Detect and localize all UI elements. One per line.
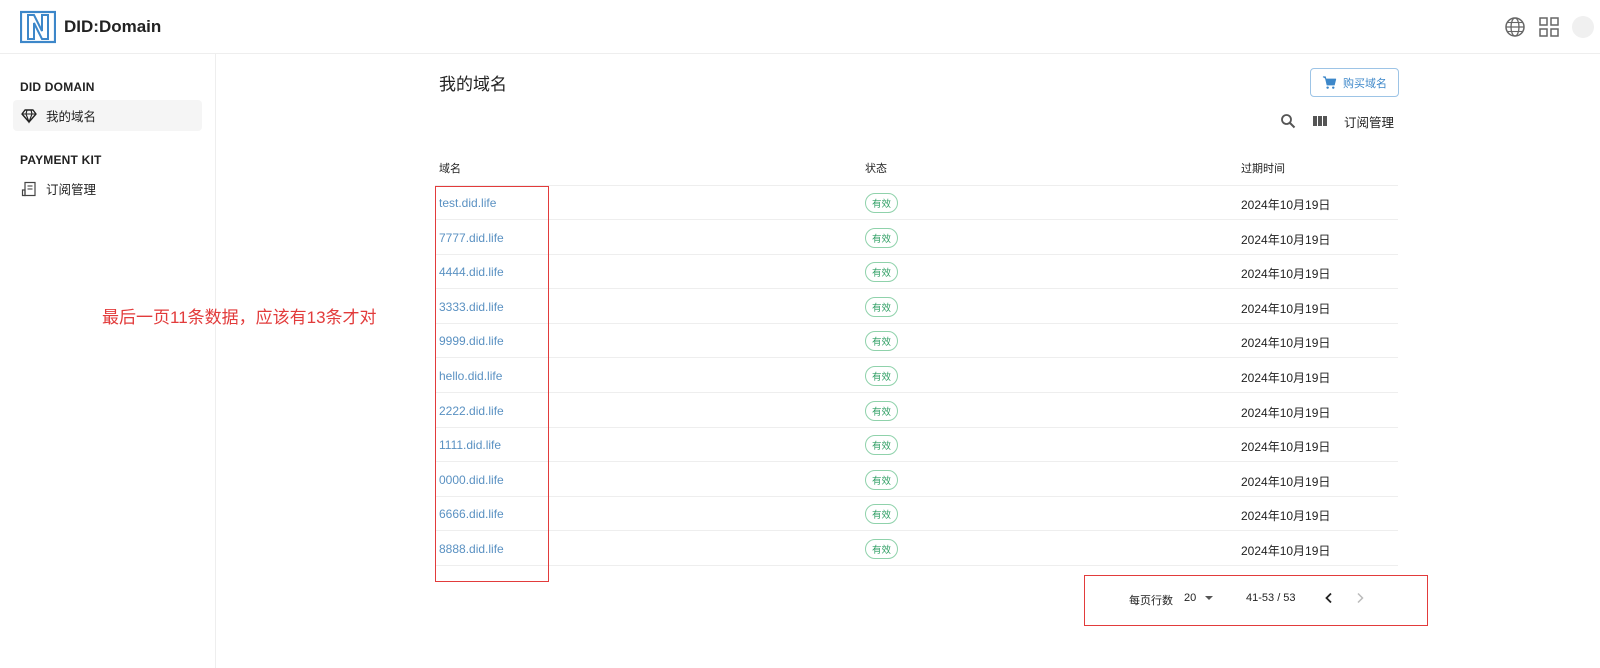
sidebar-item-my-domains[interactable]: 我的域名 <box>13 100 202 131</box>
diamond-icon <box>21 108 37 124</box>
table-row: 9999.did.life 有效 2024年10月19日 <box>435 324 1398 359</box>
annotation-box-pagination <box>1084 575 1428 626</box>
status-badge: 有效 <box>865 331 898 352</box>
status-badge: 有效 <box>865 504 898 525</box>
expiry-date: 2024年10月19日 <box>1241 371 1331 385</box>
expiry-date: 2024年10月19日 <box>1241 405 1331 420</box>
table-row: 0000.did.life 有效 2024年10月19日 <box>435 463 1398 497</box>
table-row: 8888.did.life 有效 2024年10月19日 <box>435 532 1398 566</box>
expiry-date: 2024年10月19日 <box>1241 440 1331 455</box>
expiry-date: 2024年10月19日 <box>1241 267 1331 282</box>
status-badge: 有效 <box>865 227 898 248</box>
expiry-date: 2024年10月19日 <box>1241 509 1331 524</box>
status-badge: 有效 <box>865 193 898 213</box>
search-icon[interactable] <box>1280 113 1296 129</box>
column-header-domain[interactable]: 域名 <box>439 160 461 176</box>
expiry-date: 2024年10月19日 <box>1241 198 1331 212</box>
table-row: 3333.did.life 有效 2024年10月19日 <box>435 290 1398 324</box>
status-badge: 有效 <box>865 469 898 490</box>
table-row: 1111.did.life 有效 2024年10月19日 <box>435 428 1398 463</box>
table-row: 6666.did.life 有效 2024年10月19日 <box>435 497 1398 532</box>
expiry-date: 2024年10月19日 <box>1241 336 1331 351</box>
column-header-status[interactable]: 状态 <box>865 160 887 176</box>
annotation-box-domain-column <box>435 186 549 582</box>
page-title: 我的域名 <box>439 75 507 94</box>
buy-domain-button[interactable]: 购买域名 <box>1310 68 1399 97</box>
status-badge: 有效 <box>865 539 898 559</box>
logo-icon[interactable] <box>20 9 56 45</box>
app-title: DID:Domain <box>64 17 162 36</box>
table-row: test.did.life 有效 2024年10月19日 <box>435 186 1398 220</box>
status-badge: 有效 <box>865 262 898 283</box>
top-bar: DID:Domain <box>0 0 1600 54</box>
sidebar-item-label: 订阅管理 <box>46 183 97 197</box>
expiry-date: 2024年10月19日 <box>1241 544 1331 558</box>
expiry-date: 2024年10月19日 <box>1241 474 1331 489</box>
sidebar-item-subscriptions[interactable]: 订阅管理 <box>13 173 202 204</box>
status-badge: 有效 <box>865 366 898 386</box>
expiry-date: 2024年10月19日 <box>1241 232 1331 247</box>
receipt-icon <box>21 181 36 196</box>
sidebar-heading-payment-kit: PAYMENT KIT <box>20 153 102 167</box>
buy-domain-label: 购买域名 <box>1343 77 1387 90</box>
status-badge: 有效 <box>865 400 898 421</box>
column-header-expires[interactable]: 过期时间 <box>1241 160 1285 176</box>
annotation-text: 最后一页11条数据，应该有13条才对 <box>102 308 377 327</box>
status-badge: 有效 <box>865 435 898 456</box>
globe-icon[interactable] <box>1504 16 1526 38</box>
table-row: 7777.did.life 有效 2024年10月19日 <box>435 221 1398 255</box>
subscription-management-link[interactable]: 订阅管理 <box>1344 112 1394 131</box>
columns-icon[interactable] <box>1312 113 1328 129</box>
avatar[interactable] <box>1572 16 1594 38</box>
table-row: 2222.did.life 有效 2024年10月19日 <box>435 394 1398 428</box>
sidebar: DID DOMAIN 我的域名 PAYMENT KIT 订阅管理 <box>0 54 216 668</box>
sidebar-heading-did-domain: DID DOMAIN <box>20 80 95 94</box>
table-row: 4444.did.life 有效 2024年10月19日 <box>435 255 1398 290</box>
table-row: hello.did.life 有效 2024年10月19日 <box>435 359 1398 393</box>
apps-grid-icon[interactable] <box>1538 16 1560 38</box>
sidebar-item-label: 我的域名 <box>46 110 97 124</box>
status-badge: 有效 <box>865 296 898 317</box>
shopping-cart-icon <box>1322 76 1337 89</box>
expiry-date: 2024年10月19日 <box>1241 301 1331 316</box>
